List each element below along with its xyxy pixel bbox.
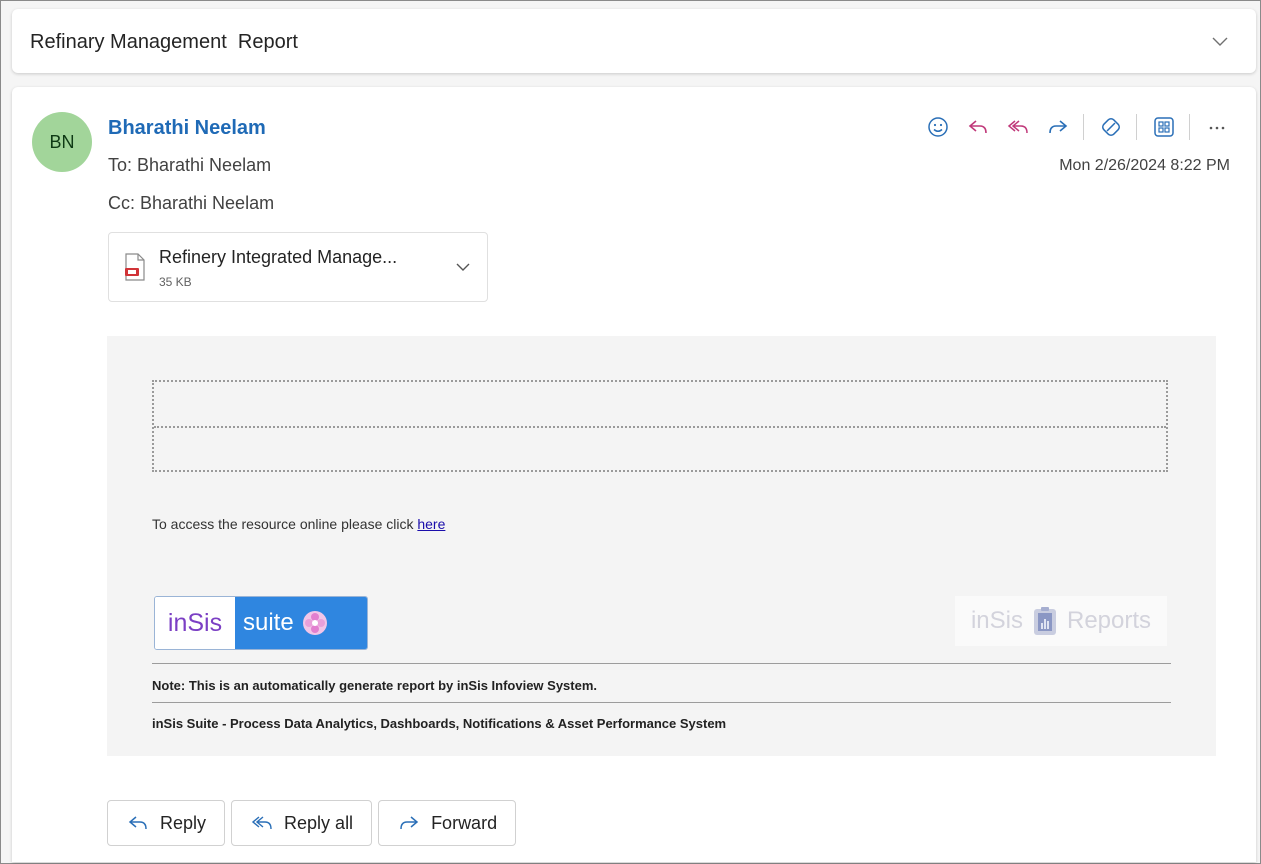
avatar[interactable]: BN — [32, 112, 92, 172]
forward-button[interactable]: Forward — [378, 800, 517, 846]
access-prefix: To access the resource online please cli… — [152, 516, 418, 532]
insis-reports-logo-text: inSis — [970, 607, 1023, 634]
sender-name[interactable]: Bharathi Neelam — [108, 117, 266, 140]
email-reader-frame: Refinary Management Report BN Bharathi N… — [0, 0, 1261, 864]
reply-label: Reply — [160, 812, 207, 833]
suite-description: inSis Suite - Process Data Analytics, Da… — [152, 716, 727, 731]
smiley-icon[interactable] — [925, 114, 951, 140]
subject-header: Refinary Management Report — [12, 9, 1256, 73]
divider — [152, 663, 1171, 664]
sticker-icon[interactable] — [1098, 114, 1124, 140]
forward-label: Forward — [431, 812, 498, 833]
insis-reports-logo: inSis Reports — [955, 596, 1167, 646]
apps-icon[interactable] — [1151, 114, 1177, 140]
reply-all-icon — [251, 816, 272, 830]
flower-logo-icon — [302, 611, 327, 635]
forward-icon — [400, 816, 419, 830]
more-icon[interactable] — [1204, 114, 1230, 140]
attachment-card[interactable]: Refinery Integrated Manage... 35 KB — [108, 232, 488, 302]
email-body: To access the resource online please cli… — [107, 336, 1216, 756]
note-text: Note: This is an automatically generate … — [152, 678, 598, 693]
message-actions-toolbar — [911, 111, 1230, 143]
chevron-down-icon[interactable] — [453, 257, 473, 277]
placeholder-divider — [154, 426, 1166, 428]
insis-logo-text: inSis — [155, 597, 235, 649]
forward-icon[interactable] — [1045, 114, 1071, 140]
image-placeholder — [152, 380, 1168, 472]
reply-all-button[interactable]: Reply all — [231, 800, 373, 846]
attachment-size: 35 KB — [159, 275, 192, 289]
email-subject: Refinary Management Report — [30, 31, 298, 53]
access-text: To access the resource online please cli… — [152, 516, 445, 532]
reply-button[interactable]: Reply — [107, 800, 226, 846]
reply-all-icon[interactable] — [1005, 114, 1031, 140]
toolbar-divider — [1136, 114, 1137, 140]
toolbar-divider — [1189, 114, 1190, 140]
reply-icon — [128, 816, 147, 830]
message-timestamp: Mon 2/26/2024 8:22 PM — [1059, 157, 1230, 174]
suite-logo-block: suite — [235, 597, 367, 649]
reply-bar: Reply Reply all Forward — [107, 800, 522, 846]
attachment-name: Refinery Integrated Manage... — [159, 247, 398, 267]
insis-suite-logo: inSis suite — [154, 596, 368, 650]
reply-icon[interactable] — [965, 114, 991, 140]
reply-all-label: Reply all — [284, 812, 354, 833]
cc-recipients[interactable]: Cc: Bharathi Neelam — [108, 193, 274, 214]
pdf-file-icon — [125, 253, 145, 281]
to-recipients[interactable]: To: Bharathi Neelam — [108, 155, 271, 176]
reports-logo-text: Reports — [1066, 607, 1152, 634]
divider — [152, 702, 1171, 703]
here-link[interactable]: here — [417, 516, 445, 532]
toolbar-divider — [1083, 114, 1084, 140]
message-card: BN Bharathi Neelam To: Bharathi Neelam C… — [12, 87, 1256, 862]
clipboard-chart-icon — [1033, 607, 1056, 635]
suite-logo-text: suite — [243, 609, 294, 636]
collapse-chevron-icon[interactable] — [1210, 31, 1230, 51]
